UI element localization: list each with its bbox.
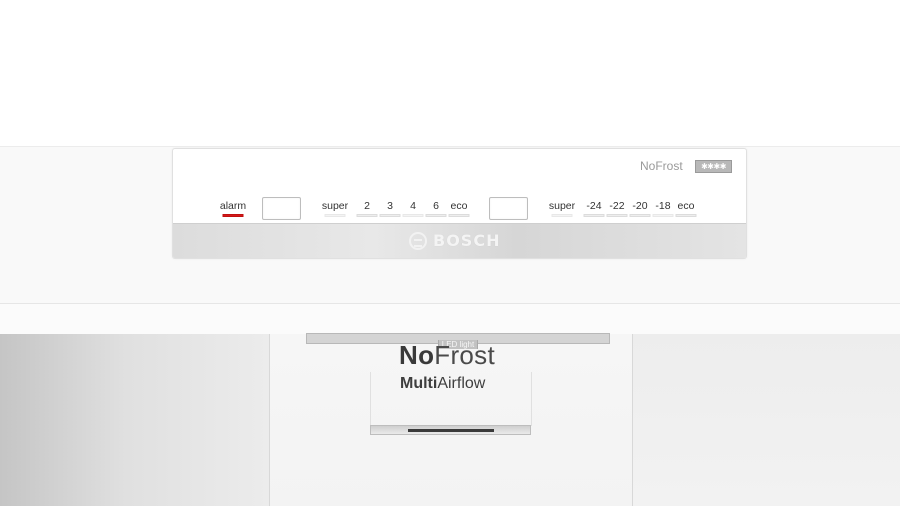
fridge-indicator-4 bbox=[402, 214, 424, 217]
brand-name: BOSCH bbox=[433, 231, 501, 250]
freezer-indicator-minus24 bbox=[583, 214, 605, 217]
door-seam bbox=[0, 303, 900, 335]
freezer-label-minus18: -18 bbox=[655, 200, 671, 212]
fridge-label-6: 6 bbox=[433, 200, 439, 212]
multiairflow-logo: MultiAirflow bbox=[400, 375, 486, 392]
nofrost-logo: NoFrost bbox=[399, 340, 495, 370]
brand-bar: BOSCH bbox=[173, 223, 746, 258]
control-panel: NoFrost ✱✱✱✱ alarm super 2 3 4 6 eco sup… bbox=[172, 148, 747, 259]
fridge-indicator-6 bbox=[425, 214, 447, 217]
alarm-indicator bbox=[222, 214, 244, 217]
freezer-label-eco: eco bbox=[677, 200, 695, 212]
alarm-label: alarm bbox=[219, 200, 247, 212]
fridge-indicator-super bbox=[324, 214, 346, 217]
right-wall bbox=[631, 334, 900, 506]
fridge-label-2: 2 bbox=[364, 200, 370, 212]
fridge-indicator-3 bbox=[379, 214, 401, 217]
freezer-indicator-minus20 bbox=[629, 214, 651, 217]
freezer-indicator-eco bbox=[675, 214, 697, 217]
fridge-label-4: 4 bbox=[410, 200, 416, 212]
freezer-label-minus20: -20 bbox=[632, 200, 648, 212]
freezer-indicator-super bbox=[551, 214, 573, 217]
fridge-indicator-2 bbox=[356, 214, 378, 217]
bosch-armature-icon bbox=[409, 231, 427, 250]
freezer-indicator-minus18 bbox=[652, 214, 674, 217]
fridge-label-eco: eco bbox=[450, 200, 468, 212]
airflow-vent-slot bbox=[370, 425, 531, 435]
fridge-indicator-eco bbox=[448, 214, 470, 217]
star-rating-icon: ✱✱✱✱ bbox=[695, 160, 732, 173]
fridge-label-super: super bbox=[321, 200, 349, 212]
bosch-logo: BOSCH bbox=[409, 231, 500, 250]
nofrost-badge: NoFrost bbox=[640, 159, 683, 173]
freezer-indicator-minus22 bbox=[606, 214, 628, 217]
freezer-temperature-button[interactable] bbox=[489, 197, 528, 220]
fridge-label-3: 3 bbox=[387, 200, 393, 212]
fridge-temperature-button[interactable] bbox=[262, 197, 301, 220]
freezer-label-minus24: -24 bbox=[586, 200, 602, 212]
freezer-label-minus22: -22 bbox=[609, 200, 625, 212]
freezer-label-super: super bbox=[548, 200, 576, 212]
